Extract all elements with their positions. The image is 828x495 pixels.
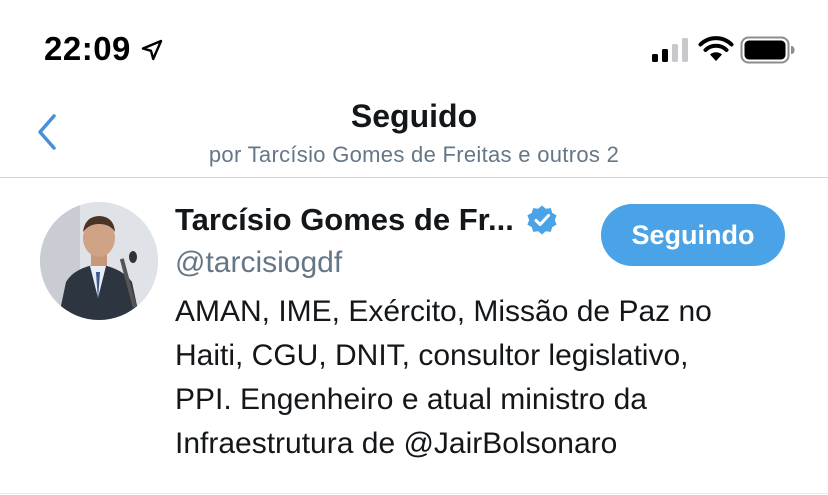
navigation-bar: Seguido por Tarcísio Gomes de Freitas e … [0,92,828,176]
bio-line: Haiti, CGU, DNIT, consultor legislativo, [175,339,689,372]
bio-line: Infraestrutura de @JairBolsonaro [175,427,618,460]
user-name[interactable]: Tarcísio Gomes de Fr... [175,202,514,238]
page-subtitle: por Tarcísio Gomes de Freitas e outros 2 [208,142,620,167]
user-bio: AMAN, IME, Exército, Missão de Paz no Ha… [175,290,815,466]
avatar[interactable] [40,202,158,320]
wifi-icon [698,36,734,61]
cellular-signal-icon [652,38,688,62]
status-bar: 22:09 [0,0,828,100]
location-arrow-icon [141,39,163,61]
verified-badge-icon [527,205,557,235]
following-button[interactable]: Seguindo [601,204,785,266]
page-title: Seguido [350,98,478,134]
user-name-line: Tarcísio Gomes de Fr... [175,202,558,238]
bio-line: AMAN, IME, Exército, Missão de Paz no [175,295,712,328]
bio-line: PPI. Engenheiro e atual ministro da [175,383,647,416]
row-divider [0,493,828,494]
user-list-item[interactable]: Tarcísio Gomes de Fr... @tarcisiogdf Seg… [0,178,828,495]
battery-icon [740,36,795,64]
status-time: 22:09 [44,30,131,67]
user-handle: @tarcisiogdf [175,246,343,279]
avatar-photo [40,202,158,320]
